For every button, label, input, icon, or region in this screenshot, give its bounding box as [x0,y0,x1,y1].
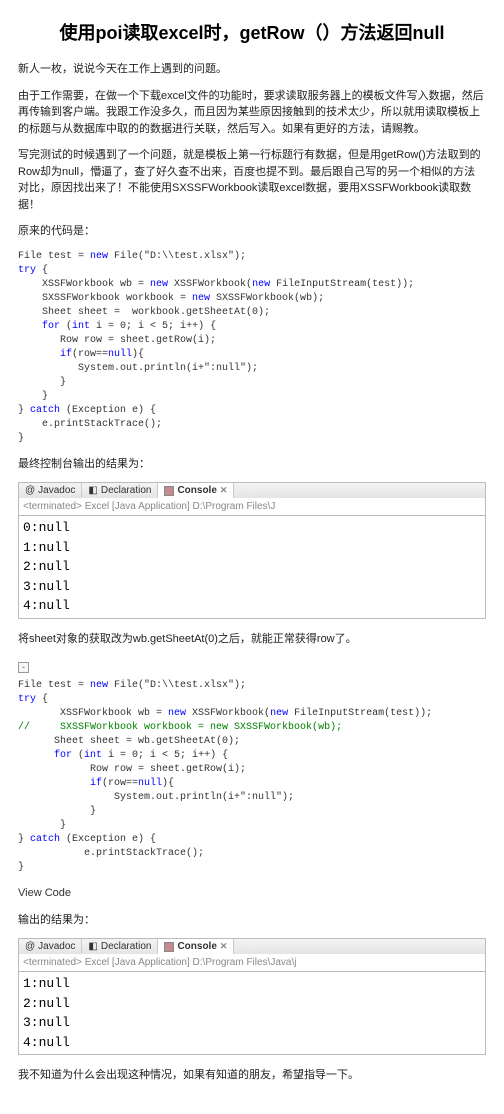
javadoc-icon: @ [25,939,35,954]
declaration-icon: ◧ [88,483,97,498]
terminated-line: <terminated> Excel [Java Application] D:… [18,498,486,516]
console-output-2: 1:null 2:null 3:null 4:null [18,972,486,1055]
ide-panel-1: @Javadoc ◧Declaration Console✕ <terminat… [18,482,486,619]
page-title: 使用poi读取excel时，getRow（）方法返回null [18,20,486,47]
close-icon[interactable]: ✕ [220,484,228,498]
tab-declaration-2[interactable]: ◧Declaration [82,939,158,954]
end-paragraph: 我不知道为什么会出现这种情况，如果有知道的朋友，希望指导一下。 [18,1067,486,1084]
output2-label: 输出的结果为： [18,912,486,929]
ide-panel-2: @Javadoc ◧Declaration Console✕ <terminat… [18,938,486,1055]
problem-paragraph: 写完测试的时候遇到了一个问题，就是模板上第一行标题行有数据，但是用getRow(… [18,147,486,213]
ide-tabs-2: @Javadoc ◧Declaration Console✕ [18,938,486,954]
ide-tabs: @Javadoc ◧Declaration Console✕ [18,482,486,498]
console-output-1: 0:null 1:null 2:null 3:null 4:null [18,516,486,619]
original-code-label: 原来的代码是： [18,223,486,240]
tab-console[interactable]: Console✕ [158,483,234,498]
terminated-line-2: <terminated> Excel [Java Application] D:… [18,954,486,972]
after-change-paragraph: 将sheet对象的获取改为wb.getSheetAt(0)之后，就能正常获得ro… [18,631,486,648]
intro-paragraph: 新人一枚，说说今天在工作上遇到的问题。 [18,61,486,78]
code-block-2: File test = new File("D:\\test.xlsx"); t… [18,679,486,875]
console-icon [164,942,174,952]
code-block-1: File test = new File("D:\\test.xlsx"); t… [18,250,486,446]
view-code-link[interactable]: View Code [18,885,486,902]
tab-declaration[interactable]: ◧Declaration [82,483,158,498]
code-expander[interactable]: - [18,662,29,673]
close-icon[interactable]: ✕ [220,940,228,954]
final-output-label: 最终控制台输出的结果为： [18,456,486,473]
javadoc-icon: @ [25,483,35,498]
tab-javadoc-2[interactable]: @Javadoc [19,939,82,954]
requirement-paragraph: 由于工作需要，在做一个下载excel文件的功能时，要求读取服务器上的模板文件写入… [18,88,486,138]
tab-javadoc[interactable]: @Javadoc [19,483,82,498]
console-icon [164,486,174,496]
tab-console-2[interactable]: Console✕ [158,939,234,954]
declaration-icon: ◧ [88,939,97,954]
